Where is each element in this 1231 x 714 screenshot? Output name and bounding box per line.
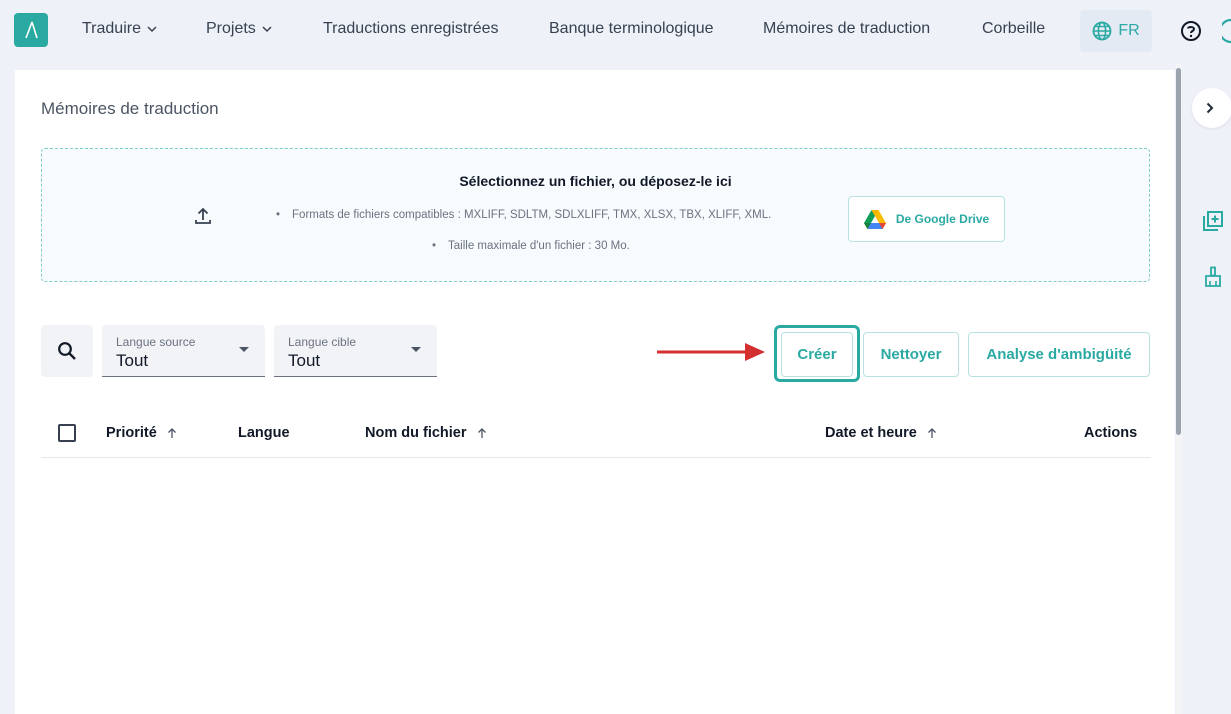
- sort-arrow-up-icon[interactable]: [927, 427, 937, 439]
- user-avatar-icon[interactable]: [1222, 18, 1231, 44]
- nav-item-memoires-de-traduction[interactable]: Mémoires de traduction: [763, 20, 930, 38]
- nav-item-label: Corbeille: [982, 20, 1046, 37]
- language-label: FR: [1118, 22, 1140, 39]
- sort-arrow-up-icon[interactable]: [477, 427, 487, 439]
- formats-text: Formats de fichiers compatibles : MXLIFF…: [292, 209, 772, 221]
- top-navigation: Traduire Projets Traductions enregistrée…: [0, 0, 1231, 64]
- source-language-value: Tout: [116, 351, 149, 370]
- nav-item-label: Mémoires de traduction: [763, 20, 931, 37]
- caret-down-icon: [411, 347, 421, 352]
- dropzone-title: Sélectionnez un fichier, ou déposez-le i…: [459, 173, 732, 189]
- dropzone-formats: • Formats de fichiers compatibles : MXLIF…: [276, 209, 772, 221]
- upload-icon: [195, 207, 211, 224]
- annotation-arrow-icon: [657, 343, 765, 361]
- lambda-logo-icon[interactable]: [14, 13, 48, 47]
- sort-arrow-up-icon[interactable]: [167, 427, 177, 439]
- nav-item-label: Projets: [206, 20, 256, 37]
- globe-icon: [1092, 21, 1112, 41]
- language-selector[interactable]: FR: [1080, 10, 1152, 52]
- nav-item-label: Traductions enregistrées: [323, 20, 499, 37]
- target-language-label: Langue cible: [288, 335, 357, 349]
- column-label: Langue: [238, 425, 290, 441]
- source-language-label: Langue source: [116, 335, 196, 349]
- dropzone-max-size: • Taille maximale d'un fichier : 30 Mo.: [432, 240, 630, 252]
- column-header-language: Langue: [238, 425, 290, 441]
- nav-item-projets[interactable]: Projets: [206, 20, 272, 38]
- add-layers-icon[interactable]: [1202, 210, 1224, 232]
- column-header-datetime: Date et heure: [825, 425, 937, 441]
- nav-item-traductions-enregistrees[interactable]: Traductions enregistrées: [323, 20, 499, 38]
- google-drive-button[interactable]: De Google Drive: [848, 196, 1005, 242]
- nav-item-traduire[interactable]: Traduire: [82, 20, 157, 38]
- scrollbar-thumb[interactable]: [1176, 68, 1181, 435]
- panel-expand-button[interactable]: [1192, 88, 1231, 128]
- clean-button[interactable]: Nettoyer: [863, 332, 959, 377]
- column-header-priority: Priorité: [106, 425, 177, 441]
- column-header-filename: Nom du fichier: [365, 425, 487, 441]
- target-language-value: Tout: [288, 351, 321, 370]
- page-title: Mémoires de traduction: [41, 99, 219, 118]
- ambiguity-analysis-button[interactable]: Analyse d'ambigüité: [968, 332, 1150, 377]
- nav-item-label: Traduire: [82, 20, 141, 37]
- nav-item-label: Banque terminologique: [549, 20, 714, 37]
- google-drive-label: De Google Drive: [895, 212, 990, 226]
- search-icon: [58, 342, 76, 360]
- column-label: Nom du fichier: [365, 425, 467, 441]
- help-circle-icon[interactable]: [1180, 20, 1202, 42]
- nav-item-corbeille[interactable]: Corbeille: [982, 20, 1045, 38]
- table-header: Priorité Langue Nom du fichier Date et h…: [41, 412, 1151, 458]
- target-language-select[interactable]: Langue cible Tout: [274, 325, 437, 377]
- nav-item-banque-terminologique[interactable]: Banque terminologique: [549, 20, 714, 38]
- column-label: Actions: [1084, 425, 1138, 441]
- column-label: Date et heure: [825, 425, 917, 441]
- column-label: Priorité: [106, 425, 157, 441]
- chevron-right-icon: [1206, 102, 1214, 114]
- broom-clean-icon[interactable]: [1202, 266, 1224, 288]
- create-button[interactable]: Créer: [781, 332, 853, 377]
- caret-down-icon: [239, 347, 249, 352]
- file-dropzone[interactable]: Sélectionnez un fichier, ou déposez-le i…: [41, 148, 1150, 282]
- chevron-down-icon: [147, 26, 157, 33]
- search-button[interactable]: [41, 325, 93, 377]
- source-language-select[interactable]: Langue source Tout: [102, 325, 265, 377]
- main-content: Mémoires de traduction Sélectionnez un f…: [15, 70, 1175, 714]
- column-header-actions: Actions: [1084, 425, 1137, 441]
- chevron-down-icon: [262, 26, 272, 33]
- max-size-text: Taille maximale d'un fichier : 30 Mo.: [448, 240, 630, 252]
- google-drive-icon: [863, 209, 886, 229]
- select-all-checkbox[interactable]: [58, 424, 76, 442]
